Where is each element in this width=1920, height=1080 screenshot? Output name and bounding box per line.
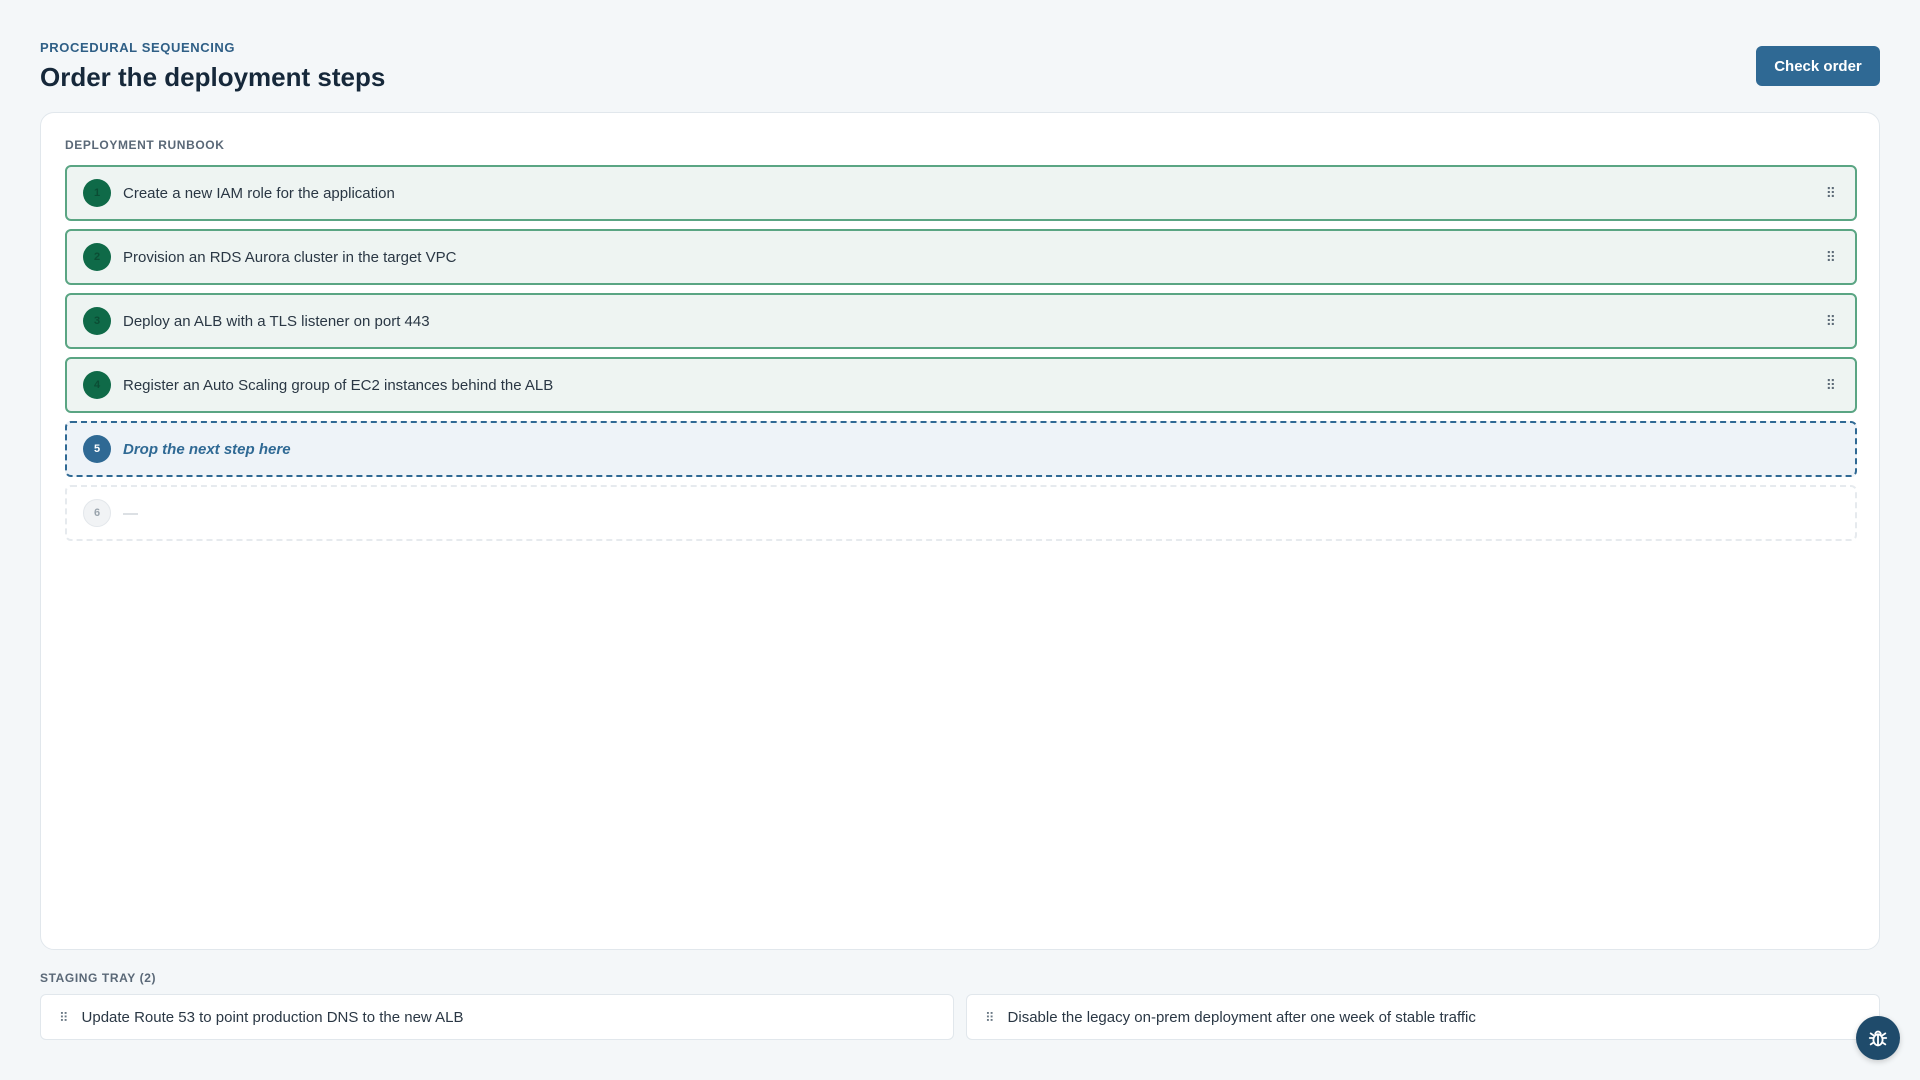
page-header: PROCEDURAL SEQUENCING Order the deployme… — [40, 40, 1880, 96]
tray-item-route53[interactable]: ⠿ Update Route 53 to point production DN… — [40, 994, 954, 1040]
runbook-steps: 1 Create a new IAM role for the applicat… — [65, 165, 1857, 549]
grip-vertical-icon[interactable]: ⠿ — [59, 1011, 69, 1024]
tray-item-text: Update Route 53 to point production DNS … — [81, 1008, 464, 1026]
step-number-badge: 6 — [83, 499, 111, 527]
runbook-step-4[interactable]: 4 Register an Auto Scaling group of EC2 … — [65, 357, 1857, 413]
runbook-step-1[interactable]: 1 Create a new IAM role for the applicat… — [65, 165, 1857, 221]
page-eyebrow: PROCEDURAL SEQUENCING — [40, 40, 236, 55]
grip-vertical-icon[interactable]: ⠿ — [1826, 250, 1836, 264]
staging-tray-label: STAGING TRAY (2) — [40, 971, 157, 985]
runbook-step-2[interactable]: 2 Provision an RDS Aurora cluster in the… — [65, 229, 1857, 285]
check-order-button[interactable]: Check order — [1756, 46, 1880, 86]
drop-hint-text: Drop the next step here — [123, 440, 291, 458]
step-number-badge: 4 — [83, 371, 111, 399]
empty-slot-placeholder: — — [123, 504, 138, 522]
grip-vertical-icon[interactable]: ⠿ — [985, 1011, 995, 1024]
drop-target-slot-5[interactable]: 5 Drop the next step here — [65, 421, 1857, 477]
step-number-badge: 5 — [83, 435, 111, 463]
step-number-badge: 1 — [83, 179, 111, 207]
grip-vertical-icon[interactable]: ⠿ — [1826, 186, 1836, 200]
deployment-runbook: DEPLOYMENT RUNBOOK 1 Create a new IAM ro… — [40, 112, 1880, 950]
grip-vertical-icon[interactable]: ⠿ — [1826, 378, 1836, 392]
page-title: Order the deployment steps — [40, 62, 386, 92]
step-number-badge: 2 — [83, 243, 111, 271]
debug-button[interactable] — [1856, 1016, 1900, 1060]
runbook-step-3[interactable]: 3 Deploy an ALB with a TLS listener on p… — [65, 293, 1857, 349]
runbook-label: DEPLOYMENT RUNBOOK — [65, 138, 225, 152]
step-text: Provision an RDS Aurora cluster in the t… — [123, 248, 457, 266]
empty-slot-6[interactable]: 6 — — [65, 485, 1857, 541]
grip-vertical-icon[interactable]: ⠿ — [1826, 314, 1836, 328]
tray-item-disable-legacy[interactable]: ⠿ Disable the legacy on-prem deployment … — [966, 994, 1880, 1040]
step-text: Deploy an ALB with a TLS listener on por… — [123, 312, 430, 330]
step-text: Create a new IAM role for the applicatio… — [123, 184, 395, 202]
step-text: Register an Auto Scaling group of EC2 in… — [123, 376, 554, 394]
bug-icon — [1868, 1030, 1888, 1047]
tray-item-text: Disable the legacy on-prem deployment af… — [1007, 1008, 1476, 1026]
step-number-badge: 3 — [83, 307, 111, 335]
